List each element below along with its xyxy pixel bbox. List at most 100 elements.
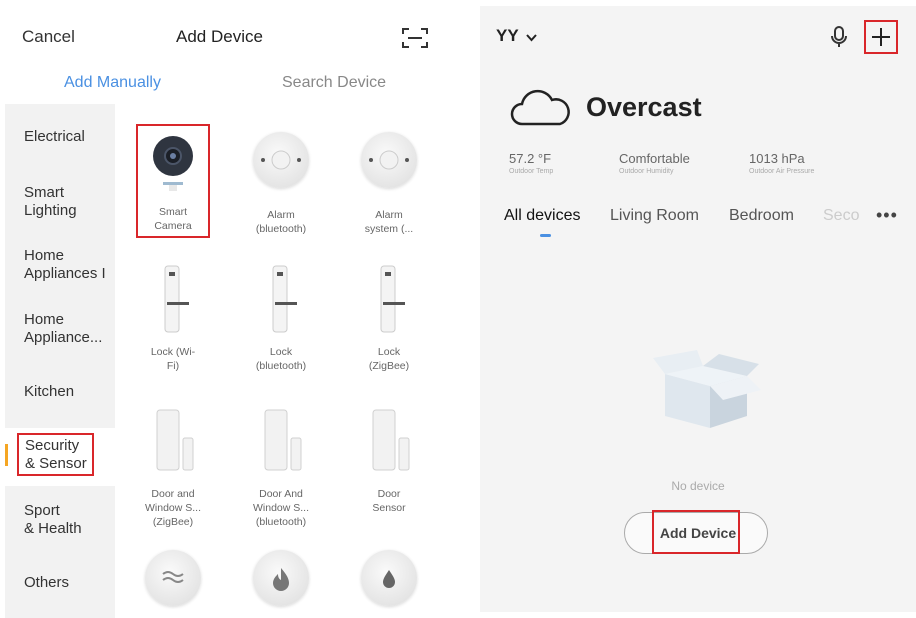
scan-icon[interactable] xyxy=(401,26,429,50)
category-kitchen[interactable]: Kitchen xyxy=(5,383,115,401)
lock-icon xyxy=(380,265,405,333)
tab-add-manually[interactable]: Add Manually xyxy=(64,74,161,92)
category-label: Others xyxy=(24,574,70,591)
category-label: Appliance... xyxy=(24,329,103,346)
device-label: Lock xyxy=(377,346,401,358)
device-door-sensor[interactable]: Door Sensor xyxy=(339,408,439,515)
device-label: Sensor xyxy=(372,502,406,514)
active-tab-indicator xyxy=(540,234,551,237)
device-label: Window S... xyxy=(144,502,202,514)
add-mode-tabs: Add Manually Search Device xyxy=(0,70,470,104)
category-electrical[interactable]: Electrical xyxy=(5,128,115,146)
device-label: Window S... xyxy=(252,502,310,514)
lock-icon xyxy=(272,265,297,333)
add-device-plus-button[interactable] xyxy=(864,20,898,54)
stat-temperature: 57.2 °F Outdoor Temp xyxy=(509,151,553,175)
cloud-icon xyxy=(510,89,570,126)
weather-condition: Overcast xyxy=(586,92,702,122)
device-label: (bluetooth) xyxy=(255,360,307,372)
microphone-icon[interactable] xyxy=(830,25,848,49)
category-home-appliance-more[interactable]: Home Appliance... xyxy=(5,311,115,347)
category-smart-lighting[interactable]: Smart Lighting xyxy=(5,184,115,220)
device-water-leak[interactable] xyxy=(339,550,439,606)
empty-state-text: No device xyxy=(671,479,725,493)
device-label: (bluetooth) xyxy=(255,223,307,235)
category-home-appliances[interactable]: Home Appliances I xyxy=(5,247,115,283)
category-label: & Health xyxy=(24,520,82,537)
category-label: Electrical xyxy=(24,128,85,145)
device-label: (ZigBee) xyxy=(368,360,410,372)
tab-living-room[interactable]: Living Room xyxy=(610,207,699,225)
category-label: Kitchen xyxy=(24,383,75,400)
device-label: (bluetooth) xyxy=(255,516,307,528)
home-screen: YY Overcast 57.2 °F Outdoor Temp Comfort… xyxy=(480,6,916,612)
home-selector[interactable]: YY xyxy=(496,26,537,47)
device-alarm-bluetooth[interactable]: Alarm (bluetooth) xyxy=(231,132,331,236)
device-alarm-system[interactable]: Alarm system (... xyxy=(339,132,439,236)
device-label: system (... xyxy=(364,223,414,235)
category-others[interactable]: Others xyxy=(5,574,115,592)
device-lock-zigbee[interactable]: Lock (ZigBee) xyxy=(339,264,439,373)
category-label: Home xyxy=(24,247,65,264)
air-sensor-icon xyxy=(145,550,201,606)
empty-box-icon xyxy=(653,350,761,428)
device-grid: Smart Camera Alarm (bluetooth) Alarm system… xyxy=(115,104,470,618)
device-label: Fi) xyxy=(166,360,180,372)
stat-value: 1013 hPa xyxy=(749,151,805,166)
device-lock-wifi[interactable]: Lock (Wi- Fi) xyxy=(123,264,223,373)
device-lock-bluetooth[interactable]: Lock (bluetooth) xyxy=(231,264,331,373)
device-label: (ZigBee) xyxy=(152,516,194,528)
alarm-system-icon xyxy=(361,132,417,188)
door-sensor-icon xyxy=(156,409,194,471)
smoke-detector-icon xyxy=(253,550,309,606)
device-door-window-zigbee[interactable]: Door and Window S... (ZigBee) xyxy=(123,408,223,529)
lock-icon xyxy=(164,265,189,333)
stat-value: 57.2 °F xyxy=(509,151,552,166)
alarm-icon xyxy=(253,132,309,188)
device-label: Smart xyxy=(158,206,187,218)
category-label: Smart xyxy=(24,184,65,201)
door-sensor-icon xyxy=(372,409,410,471)
add-device-screen: Cancel Add Device Add Manually Search De… xyxy=(0,0,470,618)
category-sport-health[interactable]: Sport & Health xyxy=(5,502,115,538)
tab-search-device[interactable]: Search Device xyxy=(282,74,386,92)
device-label: Camera xyxy=(154,220,192,232)
stat-humidity: Comfortable Outdoor Humidity xyxy=(619,151,690,175)
device-label: Lock (Wi- xyxy=(150,346,196,358)
stat-air-pressure: 1013 hPa Outdoor Air Pressure xyxy=(749,151,814,175)
door-sensor-icon xyxy=(264,409,302,471)
category-label: Security xyxy=(25,437,80,454)
more-icon[interactable]: ••• xyxy=(876,205,898,226)
device-label: Lock xyxy=(269,346,293,358)
device-door-window-bluetooth[interactable]: Door And Window S... (bluetooth) xyxy=(231,408,331,529)
tab-second-room[interactable]: Seco xyxy=(823,207,861,225)
add-device-label: Add Device xyxy=(659,525,737,541)
device-air-sensor[interactable] xyxy=(123,550,223,606)
device-smart-camera[interactable]: Smart Camera xyxy=(123,124,223,238)
chevron-down-icon xyxy=(526,27,537,47)
device-smoke-detector[interactable] xyxy=(231,550,331,606)
stat-label: Outdoor Air Pressure xyxy=(749,168,815,175)
stat-label: Outdoor Temp xyxy=(509,168,554,175)
active-indicator xyxy=(5,444,8,466)
stat-label: Outdoor Humidity xyxy=(619,168,674,175)
top-bar: Cancel Add Device xyxy=(0,0,470,70)
device-label: Alarm xyxy=(375,209,403,221)
home-name: YY xyxy=(496,26,519,45)
device-label: Door and xyxy=(151,488,195,500)
tab-bedroom[interactable]: Bedroom xyxy=(729,207,794,225)
camera-icon xyxy=(153,136,193,191)
water-leak-icon xyxy=(361,550,417,606)
category-sidebar: Electrical Smart Lighting Home Appliances … xyxy=(5,104,115,618)
tab-all-devices[interactable]: All devices xyxy=(504,207,580,225)
page-title: Add Device xyxy=(176,27,263,46)
category-label: Home xyxy=(24,311,65,328)
device-label: Door xyxy=(377,488,401,500)
device-label: Door And xyxy=(259,488,303,500)
category-label: Appliances I xyxy=(24,265,106,282)
cancel-button[interactable]: Cancel xyxy=(22,27,75,47)
stat-value: Comfortable xyxy=(619,151,690,166)
category-label: & Sensor xyxy=(25,455,87,472)
category-security-sensor[interactable]: Security & Sensor xyxy=(5,428,115,486)
category-label: Lighting xyxy=(24,202,77,219)
